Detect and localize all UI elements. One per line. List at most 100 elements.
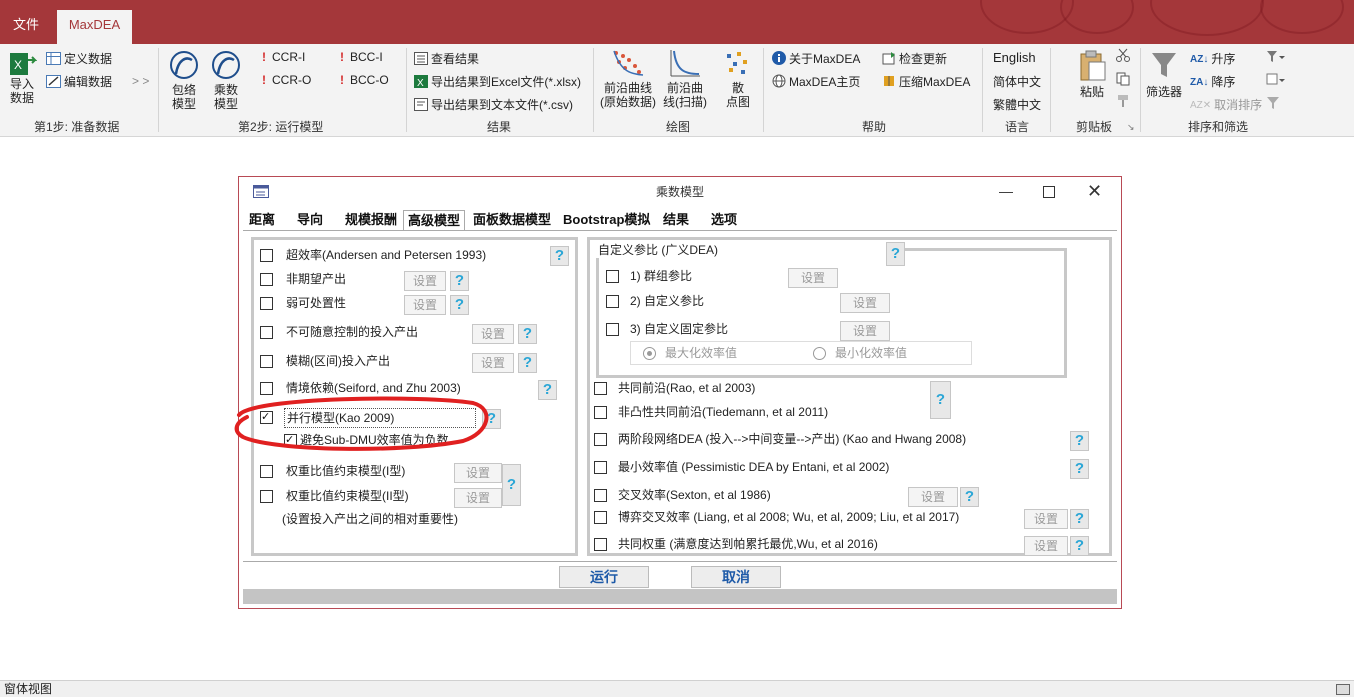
weak-disposability-settings-button[interactable]: 设置 — [404, 295, 446, 315]
export-text-button[interactable]: 导出结果到文本文件(*.csv) — [414, 96, 573, 114]
multiplier-model-button[interactable]: 乘数 模型 — [208, 50, 244, 111]
noncontrollable-help-button[interactable]: ? — [518, 324, 537, 344]
ccr-o-button[interactable]: ! CCR-O — [262, 73, 311, 87]
weak-disposability-checkbox[interactable] — [260, 297, 273, 310]
game-cross-efficiency-checkbox[interactable] — [594, 511, 607, 524]
frontier-raw-button[interactable]: 前沿曲线 (原始数据) — [598, 48, 658, 109]
group-reference-checkbox[interactable] — [606, 270, 619, 283]
bcc-i-button[interactable]: ! BCC-I — [340, 50, 383, 64]
ccr-i-button[interactable]: ! CCR-I — [262, 50, 305, 64]
copy-button[interactable] — [1116, 72, 1130, 89]
minimize-icon[interactable]: — — [999, 183, 1013, 199]
noncontrollable-checkbox[interactable] — [260, 326, 273, 339]
sort-ascending-button[interactable]: AZ↓ 升序 — [1190, 50, 1235, 67]
define-data-button[interactable]: 定义数据 — [46, 50, 112, 68]
pessimistic-dea-help-button[interactable]: ? — [1070, 459, 1089, 479]
decoration — [1150, 0, 1264, 36]
sort-descending-button[interactable]: ZA↓ 降序 — [1190, 73, 1235, 90]
clipboard-launcher-icon[interactable]: ↘ — [1127, 122, 1135, 133]
metafrontier-checkbox[interactable] — [594, 382, 607, 395]
lang-traditional-chinese[interactable]: 繁體中文 — [993, 96, 1041, 113]
tab-results[interactable]: 结果 — [663, 210, 689, 230]
lang-simplified-chinese[interactable]: 简体中文 — [993, 73, 1041, 90]
game-cross-efficiency-settings-button[interactable]: 设置 — [1024, 509, 1068, 529]
compress-button[interactable]: 压缩MaxDEA — [882, 73, 970, 91]
cross-efficiency-checkbox[interactable] — [594, 489, 607, 502]
cut-button[interactable] — [1116, 48, 1130, 65]
game-cross-efficiency-help-button[interactable]: ? — [1070, 509, 1089, 529]
nonconvex-metafrontier-checkbox[interactable] — [594, 406, 607, 419]
metafrontier-help-button[interactable]: ? — [930, 381, 951, 419]
homepage-button[interactable]: MaxDEA主页 — [772, 73, 860, 91]
ar-type1-settings-button[interactable]: 设置 — [454, 463, 502, 483]
custom-reference-checkbox[interactable] — [606, 295, 619, 308]
undesirable-output-checkbox[interactable] — [260, 273, 273, 286]
ar-type2-checkbox[interactable] — [260, 490, 273, 503]
lang-english[interactable]: English — [993, 50, 1036, 65]
maximize-efficiency-radio[interactable] — [643, 347, 656, 360]
fuzzy-interval-checkbox[interactable] — [260, 355, 273, 368]
super-efficiency-help-button[interactable]: ? — [550, 246, 569, 266]
tab-advanced-models[interactable]: 高级模型 — [403, 210, 466, 231]
tab-orientation[interactable]: 导向 — [297, 210, 323, 230]
cross-efficiency-settings-button[interactable]: 设置 — [908, 487, 958, 507]
ar-help-button[interactable]: ? — [502, 464, 521, 506]
cancel-button[interactable]: 取消 — [691, 566, 781, 588]
undesirable-output-help-button[interactable]: ? — [450, 271, 469, 291]
tab-file[interactable]: 文件 — [0, 10, 52, 44]
more-button[interactable]: > > — [132, 74, 149, 88]
check-update-button[interactable]: 检查更新 — [882, 50, 947, 68]
bcc-o-button[interactable]: ! BCC-O — [340, 73, 389, 87]
paste-button[interactable]: 粘贴 — [1072, 50, 1112, 99]
common-weights-settings-button[interactable]: 设置 — [1024, 536, 1068, 556]
common-weights-help-button[interactable]: ? — [1070, 536, 1089, 556]
import-data-button[interactable]: X 导入 数据 — [4, 50, 40, 105]
two-stage-network-checkbox[interactable] — [594, 433, 607, 446]
tab-returns-to-scale[interactable]: 规模报酬 — [345, 210, 397, 230]
toggle-filter-button[interactable] — [1266, 96, 1282, 113]
custom-reference-settings-button[interactable]: 设置 — [840, 293, 890, 313]
fuzzy-interval-settings-button[interactable]: 设置 — [472, 353, 514, 373]
about-button[interactable]: 关于MaxDEA — [772, 50, 860, 68]
super-efficiency-checkbox[interactable] — [260, 249, 273, 262]
run-button[interactable]: 运行 — [559, 566, 649, 588]
cross-efficiency-help-button[interactable]: ? — [960, 487, 979, 507]
tab-options[interactable]: 选项 — [711, 210, 737, 230]
view-results-button[interactable]: 查看结果 — [414, 50, 479, 68]
minimize-efficiency-radio[interactable] — [813, 347, 826, 360]
common-weights-checkbox[interactable] — [594, 538, 607, 551]
sort-ascending-label: 升序 — [1211, 52, 1236, 66]
tab-bootstrap[interactable]: Bootstrap模拟 — [563, 210, 650, 230]
tab-distance[interactable]: 距离 — [249, 210, 275, 230]
cancel-sort-button[interactable]: AZ✕ 取消排序 — [1190, 96, 1262, 113]
custom-reference-help-button[interactable]: ? — [886, 242, 905, 266]
envelope-model-button[interactable]: 包络 模型 — [166, 50, 202, 111]
group-reference-settings-button[interactable]: 设置 — [788, 268, 838, 288]
tab-maxdea[interactable]: MaxDEA — [57, 10, 132, 44]
frontier-scan-button[interactable]: 前沿曲 线(扫描) — [662, 48, 708, 109]
advanced-filter-button[interactable] — [1266, 73, 1286, 90]
form-view-icon[interactable] — [1336, 684, 1350, 695]
weak-disposability-help-button[interactable]: ? — [450, 295, 469, 315]
noncontrollable-settings-button[interactable]: 设置 — [472, 324, 514, 344]
pessimistic-dea-checkbox[interactable] — [594, 461, 607, 474]
format-painter-button[interactable] — [1116, 94, 1130, 111]
edit-data-button[interactable]: 编辑数据 — [46, 73, 112, 91]
export-excel-button[interactable]: X 导出结果到Excel文件(*.xlsx) — [414, 73, 581, 91]
ar-type2-settings-button[interactable]: 设置 — [454, 488, 502, 508]
close-icon[interactable]: ✕ — [1087, 181, 1102, 202]
tab-panel-data-models[interactable]: 面板数据模型 — [473, 210, 551, 230]
maximize-icon[interactable] — [1043, 186, 1055, 198]
two-stage-network-help-button[interactable]: ? — [1070, 431, 1089, 451]
filter-button[interactable]: 筛选器 — [1144, 50, 1184, 99]
fuzzy-interval-help-button[interactable]: ? — [518, 353, 537, 373]
toggle-filter-icon — [1267, 97, 1279, 109]
ar-type1-checkbox[interactable] — [260, 465, 273, 478]
selection-filter-button[interactable] — [1266, 50, 1286, 67]
fixed-reference-checkbox[interactable] — [606, 323, 619, 336]
fixed-reference-settings-button[interactable]: 设置 — [840, 321, 890, 341]
context-dependent-help-button[interactable]: ? — [538, 380, 557, 400]
weak-disposability-label: 弱可处置性 — [284, 294, 374, 312]
scatter-plot-button[interactable]: 散 点图 — [722, 48, 754, 109]
undesirable-output-settings-button[interactable]: 设置 — [404, 271, 446, 291]
